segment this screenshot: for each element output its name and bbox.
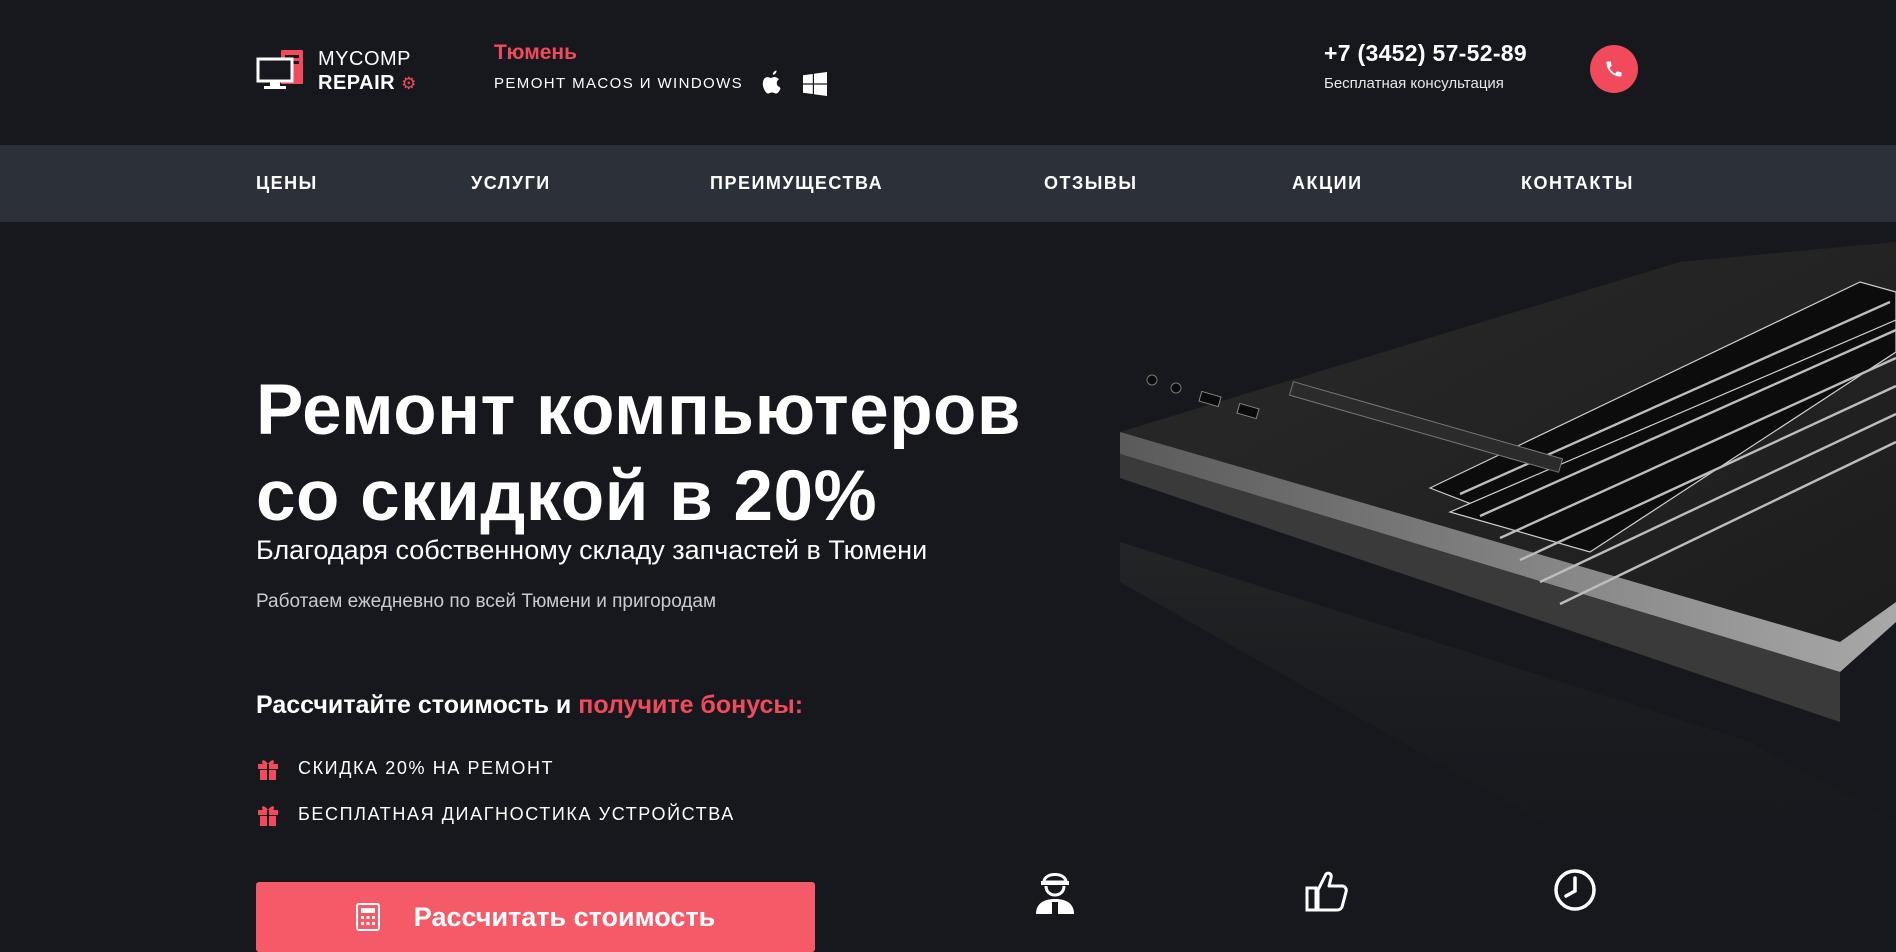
hero-note: Работаем ежедневно по всей Тюмени и приг…	[256, 591, 717, 612]
phone-number[interactable]: +7 (3452) 57-52-89	[1324, 40, 1527, 67]
nav-item-services[interactable]: УСЛУГИ	[471, 145, 551, 222]
apple-icon	[762, 70, 781, 94]
laptop-image	[1100, 222, 1896, 934]
nav-item-reviews[interactable]: ОТЗЫВЫ	[1044, 145, 1138, 222]
nav-item-prices[interactable]: ЦЕНЫ	[256, 145, 318, 222]
logo-text: MYCOMP REPAIR ⚙	[318, 47, 417, 96]
nav-item-advantages[interactable]: ПРЕИМУЩЕСТВА	[710, 145, 883, 222]
logo-repair-word: REPAIR	[318, 72, 396, 94]
repair-subtitle: РЕМОНТ MACOS И WINDOWS	[494, 75, 744, 92]
calc-title-start: Рассчитайте стоимость и	[256, 691, 579, 719]
bonus-item: СКИДКА 20% НА РЕМОНТ	[256, 754, 554, 782]
calculate-cost-label: Рассчитать стоимость	[413, 901, 716, 932]
bonus-text: БЕСПЛАТНАЯ ДИАГНОСТИКА УСТРОЙСТВА	[298, 803, 735, 824]
clock-icon	[1554, 869, 1596, 911]
calculate-cost-button[interactable]: Рассчитать стоимость	[256, 882, 815, 952]
calc-title-accent: получите бонусы:	[578, 691, 804, 719]
hero-title-line-2: со скидкой в 20%	[256, 457, 878, 536]
calc-title: Рассчитайте стоимость и получите бонусы:	[256, 691, 803, 720]
logo-line-2: REPAIR ⚙	[318, 71, 417, 96]
technician-icon	[1036, 873, 1074, 914]
hero-subtitle: Благодаря собственному складу запчастей …	[256, 535, 928, 565]
gear-icon: ⚙	[401, 74, 417, 93]
computer-logo-icon	[256, 50, 303, 89]
city-name[interactable]: Тюмень	[494, 41, 577, 65]
site-header: MYCOMP REPAIR ⚙ Тюмень РЕМОНТ MACOS И WI…	[0, 0, 1896, 145]
bonus-text: СКИДКА 20% НА РЕМОНТ	[298, 757, 555, 778]
logo-line-1: MYCOMP	[318, 48, 411, 70]
hero-title-line-1: Ремонт компьютеров	[256, 371, 1022, 450]
gift-icon	[258, 806, 278, 826]
nav-item-contacts[interactable]: КОНТАКТЫ	[1521, 145, 1634, 222]
logo[interactable]: MYCOMP REPAIR ⚙	[256, 47, 431, 97]
hero-title: Ремонт компьютеров со скидкой в 20%	[256, 368, 1156, 540]
thumbs-up-icon	[1305, 871, 1348, 912]
bonus-item: БЕСПЛАТНАЯ ДИАГНОСТИКА УСТРОЙСТВА	[256, 800, 735, 828]
nav-item-promotions[interactable]: АКЦИИ	[1292, 145, 1363, 222]
call-button[interactable]	[1590, 45, 1638, 93]
free-consultation-label: Бесплатная консультация	[1324, 75, 1504, 92]
gift-icon	[258, 760, 278, 780]
main-nav: ЦЕНЫ УСЛУГИ ПРЕИМУЩЕСТВА ОТЗЫВЫ АКЦИИ КО…	[0, 145, 1896, 222]
phone-icon	[1606, 61, 1622, 77]
windows-icon	[803, 72, 827, 96]
calculator-icon	[355, 903, 380, 931]
